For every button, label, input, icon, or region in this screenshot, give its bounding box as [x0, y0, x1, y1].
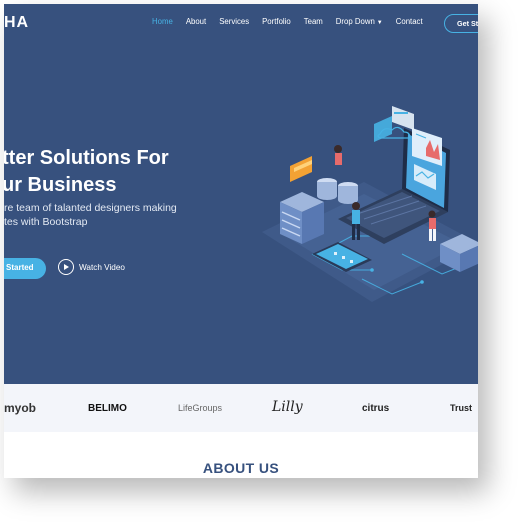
client-logo-lifegroups: LifeGroups: [178, 403, 223, 413]
nav-dropdown[interactable]: Drop Down ▼: [336, 17, 383, 26]
about-heading: ABOUT US: [202, 460, 280, 476]
get-started-nav-button[interactable]: Get Sta: [444, 14, 478, 33]
hero-subtitle: re team of talanted designers making tes…: [4, 201, 234, 229]
client-logo-myob: myob: [4, 401, 37, 415]
client-logo-trust: Trust: [450, 403, 473, 413]
nav-portfolio[interactable]: Portfolio: [262, 17, 291, 26]
hero-title: tter Solutions For ur Business: [4, 145, 232, 199]
page-frame: HA Home About Services Portfolio Team Dr…: [4, 4, 478, 478]
client-logo-lilly: Lilly: [272, 399, 303, 415]
main-nav: Home About Services Portfolio Team Drop …: [152, 17, 436, 26]
play-icon: [58, 259, 74, 275]
logo[interactable]: HA: [4, 14, 29, 32]
hero-title-line2: ur Business: [4, 174, 117, 196]
hero-title-line1: tter Solutions For: [4, 147, 169, 169]
nav-contact[interactable]: Contact: [396, 17, 423, 26]
hero-subtitle-line1: re team of talanted designers making: [4, 202, 177, 214]
watch-video-button[interactable]: Watch Video: [58, 259, 125, 275]
header: HA Home About Services Portfolio Team Dr…: [4, 4, 478, 42]
get-started-button[interactable]: Started: [4, 258, 46, 279]
hero-subtitle-line2: tes with Bootstrap: [4, 216, 88, 228]
clients-strip: myob BELIMO LifeGroups Lilly citrus Trus…: [4, 384, 478, 432]
nav-services[interactable]: Services: [219, 17, 249, 26]
hero-section: HA Home About Services Portfolio Team Dr…: [4, 4, 478, 384]
client-logo-citrus: citrus: [362, 403, 390, 414]
nav-about[interactable]: About: [186, 17, 206, 26]
client-logo-belimo: BELIMO: [88, 403, 127, 414]
nav-home[interactable]: Home: [152, 17, 173, 26]
watch-video-label: Watch Video: [79, 262, 125, 272]
nav-dropdown-label: Drop Down: [335, 17, 375, 26]
nav-team[interactable]: Team: [304, 17, 323, 26]
chevron-down-icon: ▼: [376, 20, 383, 26]
hero-illustration: [262, 106, 478, 302]
